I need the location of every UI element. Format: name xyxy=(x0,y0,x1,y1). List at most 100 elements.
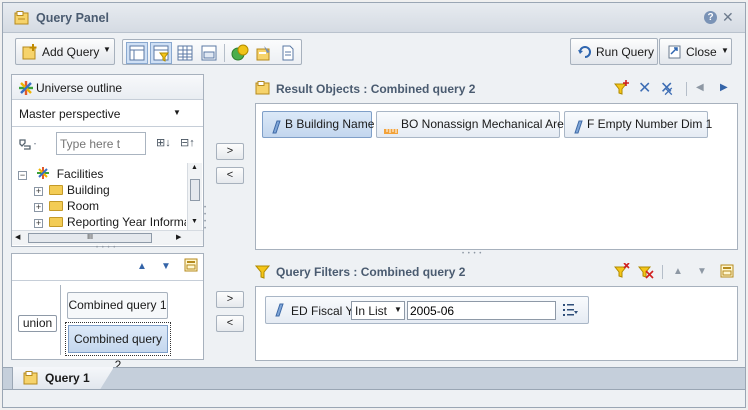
show-data-preview-button[interactable] xyxy=(174,42,196,64)
remove-icon[interactable]: ✕ xyxy=(638,78,651,98)
sort-icon[interactable]: ⊞↓ xyxy=(156,136,171,149)
scroll-grip: III xyxy=(87,234,93,241)
filter-value-input[interactable] xyxy=(407,301,556,320)
result-objects-icon xyxy=(255,81,271,98)
add-result-object-button[interactable]: > xyxy=(216,143,244,160)
filter-operator-label: In List xyxy=(355,304,388,318)
query-panel-icon xyxy=(14,11,30,25)
show-properties-button[interactable] xyxy=(198,42,220,64)
run-query-button[interactable]: Run Query xyxy=(570,38,658,65)
collapse-all-icon[interactable]: ⊟↑ xyxy=(180,136,195,149)
footer-bar xyxy=(3,391,745,407)
expand-icon[interactable]: + xyxy=(34,219,43,228)
scroll-right-icon[interactable]: ▶ xyxy=(176,233,181,241)
add-filter-button[interactable]: > xyxy=(216,291,244,308)
collapse-icon[interactable]: − xyxy=(18,171,27,181)
close-window-icon[interactable]: ✕ xyxy=(722,9,734,26)
run-query-icon xyxy=(577,44,593,63)
move-down-icon[interactable]: ▼ xyxy=(161,261,171,272)
remove-result-object-button[interactable]: < xyxy=(216,167,244,184)
h-scroll-thumb[interactable]: III xyxy=(28,233,152,243)
tab-label: Query 1 xyxy=(45,371,90,385)
dimension-icon xyxy=(573,118,583,143)
perspective-arrow-icon: ▼ xyxy=(173,108,181,117)
scroll-down-icon[interactable]: ▼ xyxy=(191,218,198,225)
query-properties-button[interactable] xyxy=(253,42,275,64)
view-sql-button[interactable] xyxy=(229,42,251,64)
query-tab-icon xyxy=(23,371,39,388)
result-object-building-name[interactable]: B Building Name xyxy=(262,111,375,138)
filter-separator xyxy=(662,265,663,279)
result-object-label: B Building Name xyxy=(285,117,375,131)
tree-vertical-scrollbar[interactable]: ▲ ▼ xyxy=(187,163,202,230)
add-query-icon xyxy=(22,44,38,63)
tools-icon[interactable] xyxy=(18,137,38,154)
combined-query-2[interactable]: Combined query 2 xyxy=(65,322,171,372)
scroll-up-icon[interactable]: ▲ xyxy=(191,164,198,171)
filter-options-icon[interactable] xyxy=(720,264,734,281)
perspective-dropdown[interactable]: Master perspective ▼ xyxy=(12,101,203,127)
result-separator xyxy=(686,82,687,96)
arrow-right-label: > xyxy=(226,145,234,157)
horizontal-splitter[interactable]: • • • • xyxy=(96,245,122,251)
scroll-thumb[interactable] xyxy=(190,179,200,201)
folder-icon xyxy=(49,185,63,195)
expand-icon[interactable]: + xyxy=(34,203,43,212)
tree-root-label: Facilities xyxy=(56,167,104,182)
close-button[interactable]: Close ▼ xyxy=(659,38,732,65)
add-query-button[interactable]: Add Query ▼ xyxy=(15,38,115,65)
arrow-left-label: < xyxy=(226,169,234,181)
tree-horizontal-scrollbar[interactable]: ◀ III ▶ xyxy=(12,230,203,245)
folder-icon xyxy=(49,201,63,211)
tree-item-reporting-year[interactable]: + Reporting Year Informa xyxy=(18,214,186,230)
move-right-icon[interactable]: ▶ xyxy=(720,82,728,93)
tree-item-building[interactable]: + Building xyxy=(18,182,186,198)
result-objects-title: Result Objects : Combined query 2 xyxy=(276,82,476,96)
clear-filters-icon[interactable] xyxy=(637,263,656,282)
filter-object-label[interactable]: ED Fiscal Yr xyxy=(291,304,357,318)
result-object-label: BO Nonassign Mechanical Area xyxy=(401,117,571,131)
close-panel-icon xyxy=(667,44,683,63)
tree-root[interactable]: − Facilities xyxy=(18,166,186,182)
search-input[interactable] xyxy=(56,132,146,155)
folder-icon xyxy=(49,217,63,227)
dropdown-arrow-icon: ▼ xyxy=(103,45,111,54)
tab-query-1[interactable]: Query 1 xyxy=(12,367,114,390)
filter-move-down-icon[interactable]: ▼ xyxy=(697,266,707,277)
move-left-icon[interactable]: ◀ xyxy=(696,82,704,93)
move-up-icon[interactable]: ▲ xyxy=(137,261,147,272)
tree-item-label: Building xyxy=(67,183,110,197)
tree-item-label: Room xyxy=(67,199,100,213)
filter-row: ED Fiscal Yr In List ▼ xyxy=(265,296,589,324)
show-outline-button[interactable] xyxy=(126,42,148,64)
query-filters-icon xyxy=(254,264,271,283)
result-object-label: F Empty Number Dim 1 xyxy=(587,117,713,131)
show-filters-button[interactable] xyxy=(150,42,172,64)
operator-arrow-icon: ▼ xyxy=(394,305,402,314)
filter-move-up-icon[interactable]: ▲ xyxy=(673,266,683,277)
expand-icon[interactable]: + xyxy=(34,187,43,196)
combine-operator-button[interactable]: union xyxy=(18,315,57,332)
result-object-empty-number-dim[interactable]: F Empty Number Dim 1 xyxy=(564,111,712,138)
right-horizontal-splitter[interactable]: • • • • xyxy=(462,251,488,257)
arrow-left-label: < xyxy=(226,317,234,329)
measure-icon xyxy=(384,120,398,145)
remove-all-icon[interactable]: ✕ ✕ xyxy=(660,78,674,99)
add-filter-icon[interactable] xyxy=(613,80,630,99)
result-object-nonassign-mechanical-area[interactable]: BO Nonassign Mechanical Area xyxy=(376,111,570,138)
document-button[interactable] xyxy=(277,42,299,64)
panel-options-icon[interactable] xyxy=(184,258,198,275)
add-query-label: Add Query xyxy=(42,45,100,59)
scroll-left-icon[interactable]: ◀ xyxy=(15,233,20,241)
vertical-splitter[interactable]: • • • • xyxy=(204,205,209,232)
delete-filter-icon[interactable] xyxy=(613,262,630,282)
help-icon[interactable]: ? xyxy=(704,11,717,24)
filter-operator-dropdown[interactable]: In List ▼ xyxy=(351,301,405,320)
combined-query-header xyxy=(12,254,203,281)
remove-filter-button[interactable]: < xyxy=(216,315,244,332)
filter-value-options-icon[interactable] xyxy=(562,302,578,321)
title-bar xyxy=(3,3,745,33)
combined-query-1[interactable]: Combined query 1 xyxy=(67,292,168,319)
universe-outline-title: Universe outline xyxy=(36,81,123,95)
tree-item-room[interactable]: + Room xyxy=(18,198,186,214)
